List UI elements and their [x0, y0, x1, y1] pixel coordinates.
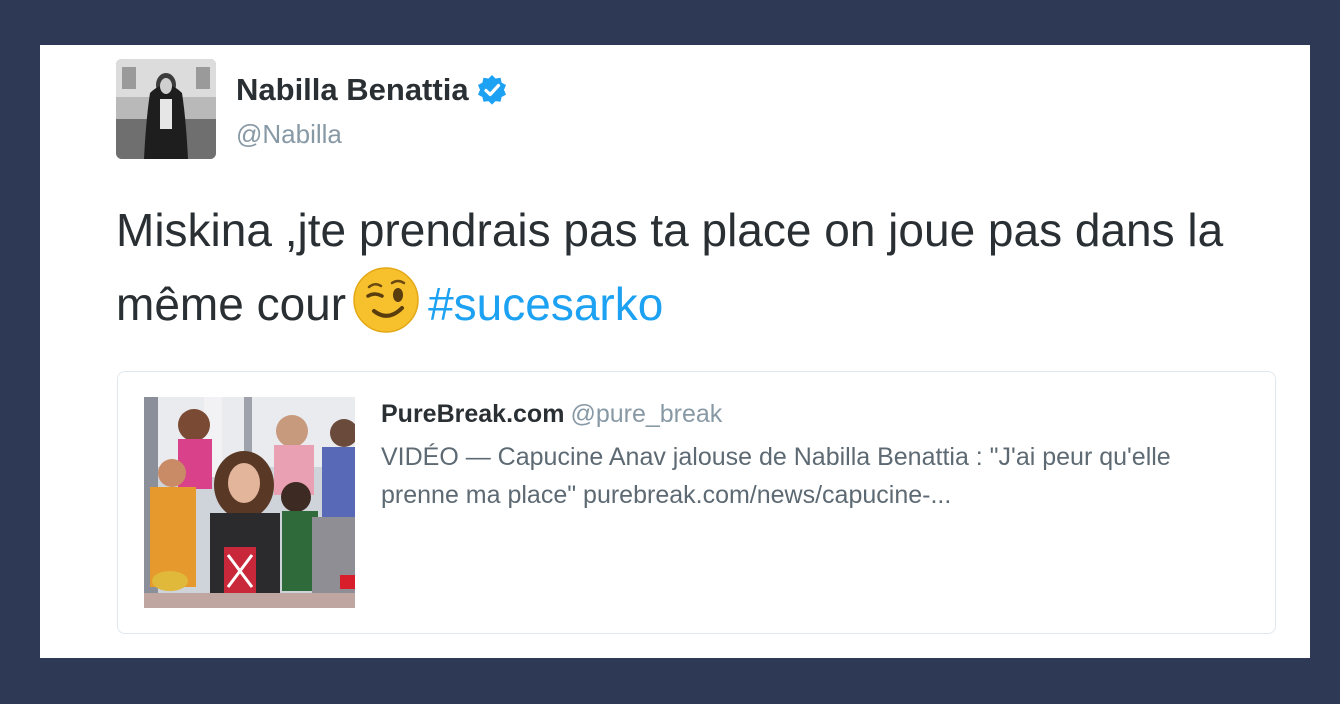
tweet-card: Nabilla Benattia @Nabilla Miskina ,jte p… — [40, 45, 1310, 658]
winking-face-emoji-icon — [352, 266, 420, 334]
quoted-author-handle[interactable]: @pure_break — [570, 400, 722, 428]
display-name[interactable]: Nabilla Benattia — [236, 72, 469, 108]
quoted-tweet-thumbnail[interactable] — [144, 397, 355, 608]
hashtag-link[interactable]: #sucesarko — [428, 278, 663, 330]
tweet-body-text: Miskina ,jte prendrais pas ta place on j… — [116, 204, 1224, 330]
verified-badge-icon — [476, 74, 508, 106]
avatar[interactable] — [116, 59, 216, 159]
quoted-tweet-text: VIDÉO — Capucine Anav jalouse de Nabilla… — [381, 443, 1171, 509]
quoted-author-name[interactable]: PureBreak.com — [381, 400, 564, 428]
quoted-tweet-card[interactable]: PureBreak.com @pure_break VIDÉO — Capucin… — [117, 371, 1276, 634]
quoted-tweet-header: PureBreak.com @pure_break — [381, 400, 722, 429]
author-name-row: Nabilla Benattia — [236, 70, 508, 110]
author-handle[interactable]: @Nabilla — [236, 119, 342, 150]
tweet-text: Miskina ,jte prendrais pas ta place on j… — [116, 195, 1286, 340]
